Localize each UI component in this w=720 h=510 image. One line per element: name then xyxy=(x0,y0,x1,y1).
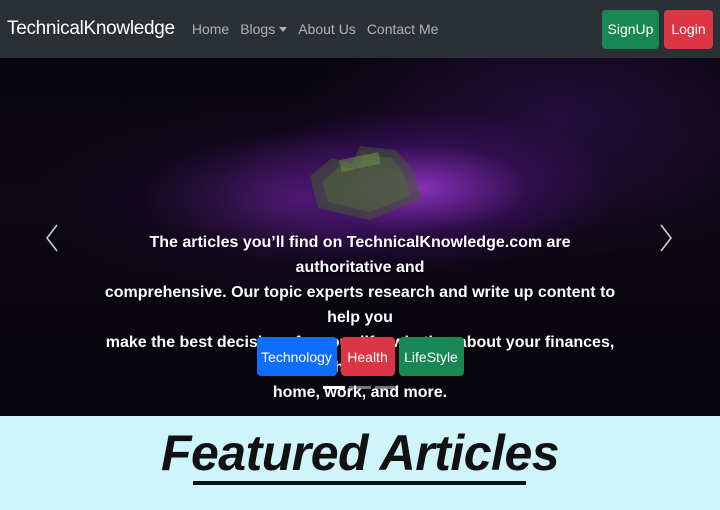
carousel-caption: The articles you’ll find on TechnicalKno… xyxy=(100,230,620,405)
caption-line: comprehensive. Our topic experts researc… xyxy=(104,284,616,326)
technology-button[interactable]: Technology xyxy=(256,337,337,376)
nav-contact-link[interactable]: Contact Me xyxy=(367,21,439,37)
nav-home-link[interactable]: Home xyxy=(192,21,229,37)
carousel-indicators xyxy=(0,386,720,389)
nav-blogs-dropdown[interactable]: Blogs xyxy=(240,21,288,37)
carousel-next-button[interactable] xyxy=(654,218,678,258)
topic-tags: Technology Health LifeStyle xyxy=(0,337,720,376)
lifestyle-button[interactable]: LifeStyle xyxy=(398,337,464,376)
nav-about-link[interactable]: About Us xyxy=(298,21,356,37)
carousel-indicator[interactable] xyxy=(323,386,345,389)
chevron-right-icon xyxy=(660,224,673,252)
caret-down-icon xyxy=(279,26,288,32)
chevron-left-icon xyxy=(45,224,58,252)
health-button[interactable]: Health xyxy=(340,337,395,376)
login-button[interactable]: Login xyxy=(664,9,713,49)
hero-carousel: The articles you’ll find on TechnicalKno… xyxy=(0,58,720,416)
caption-line: home, work, and more. xyxy=(272,384,448,401)
caption-line: The articles you’ll find on TechnicalKno… xyxy=(149,234,571,276)
carousel-indicator[interactable] xyxy=(349,386,371,389)
signup-button[interactable]: SignUp xyxy=(602,9,659,49)
brand-logo[interactable]: TechnicalKnowledge xyxy=(7,18,175,40)
top-navbar: TechnicalKnowledge Home Blogs About Us C… xyxy=(0,0,720,58)
featured-section: Featured Articles xyxy=(0,416,720,510)
nav-blogs-label: Blogs xyxy=(240,21,276,37)
title-underline xyxy=(193,481,526,485)
keycap-image xyxy=(310,146,422,220)
featured-title: Featured Articles xyxy=(160,425,560,481)
carousel-prev-button[interactable] xyxy=(40,218,64,258)
carousel-indicator[interactable] xyxy=(375,386,397,389)
